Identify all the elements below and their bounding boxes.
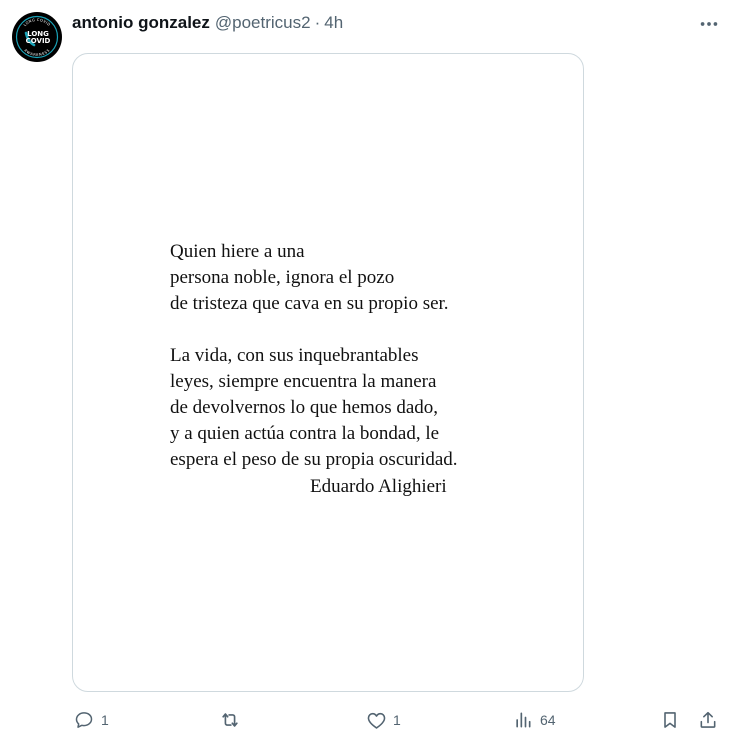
author-name[interactable]: antonio gonzalez <box>72 13 210 33</box>
reply-button[interactable]: 1 <box>73 705 109 735</box>
tweet-action-bar: 1 1 64 <box>0 705 750 735</box>
more-horizontal-icon <box>700 22 718 26</box>
poem-line: La vida, con sus inquebrantables <box>170 345 419 366</box>
poem-line: y a quien actúa contra la bondad, le <box>170 423 440 444</box>
long-covid-badge-icon: LONG COVID AWARENESS LONG COVID <box>13 13 61 61</box>
poem-line: espera el peso de su propia oscuridad. <box>170 449 458 470</box>
poem-line: persona noble, ignora el pozo <box>170 267 395 288</box>
tweet-timestamp[interactable]: 4h <box>324 13 343 33</box>
heart-icon <box>365 709 387 731</box>
poem-line: de devolvernos lo que hemos dado, <box>170 397 439 418</box>
avatar[interactable]: LONG COVID AWARENESS LONG COVID <box>12 12 62 62</box>
poem-line: Quien hiere a una <box>170 241 305 262</box>
repost-button[interactable] <box>219 705 247 735</box>
reply-count: 1 <box>101 712 109 728</box>
header-separator: · <box>314 13 321 32</box>
more-options-button[interactable] <box>696 11 722 37</box>
poem-line: de tristeza que cava en su propio ser. <box>170 293 449 314</box>
views-icon <box>512 709 534 731</box>
share-icon <box>697 709 719 731</box>
tweet-media-image[interactable]: Quien hiere a una persona noble, ignora … <box>72 53 584 692</box>
like-button[interactable]: 1 <box>365 705 401 735</box>
poem-line: leyes, siempre encuentra la manera <box>170 371 437 392</box>
stanza-gap <box>170 317 458 343</box>
author-handle[interactable]: @poetricus2 <box>215 13 311 33</box>
views-count: 64 <box>540 712 556 728</box>
tweet: LONG COVID AWARENESS LONG COVID antonio … <box>0 0 750 750</box>
views-button[interactable]: 64 <box>512 705 556 735</box>
poem-signature: Eduardo Alighieri <box>310 476 447 497</box>
tweet-header: antonio gonzalez @poetricus2 · 4h <box>72 11 343 35</box>
bookmark-icon <box>659 709 681 731</box>
like-count: 1 <box>393 712 401 728</box>
repost-icon <box>219 709 241 731</box>
bookmark-button[interactable] <box>659 705 681 735</box>
poem-text: Quien hiere a una persona noble, ignora … <box>170 239 458 500</box>
avatar-text-line2: COVID <box>26 37 51 45</box>
share-button[interactable] <box>697 705 719 735</box>
reply-icon <box>73 709 95 731</box>
